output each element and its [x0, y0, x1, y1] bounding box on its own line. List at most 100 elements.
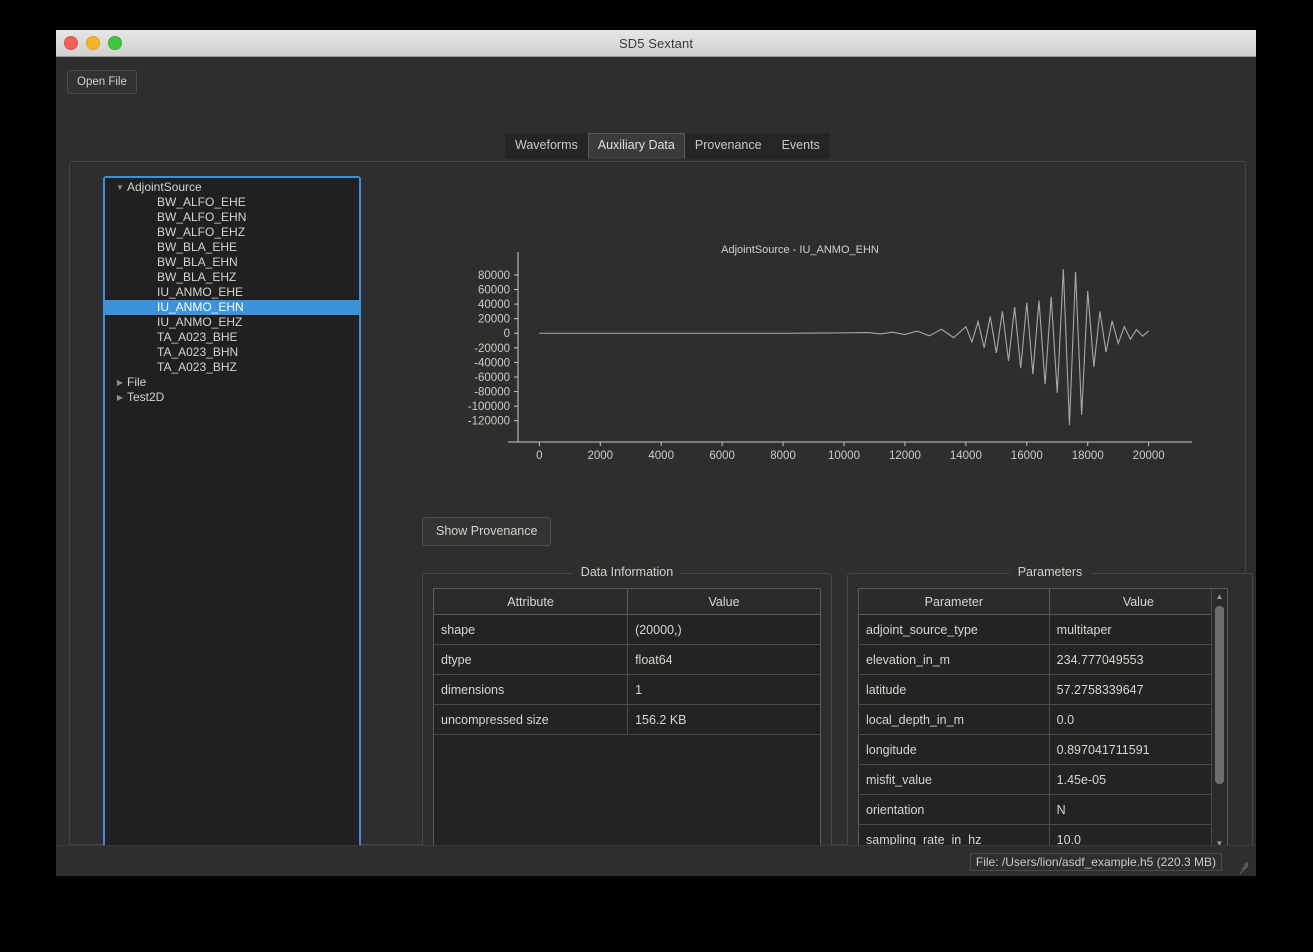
- tree-item-label: AdjointSource: [127, 180, 202, 195]
- parameters-value-cell[interactable]: multitaper: [1049, 615, 1227, 645]
- svg-text:-120000: -120000: [468, 416, 510, 428]
- data-information-value-cell[interactable]: float64: [628, 645, 820, 675]
- auxiliary-data-tree[interactable]: ▼AdjointSourceBW_ALFO_EHEBW_ALFO_EHNBW_A…: [103, 176, 361, 856]
- tree-item-label: BW_BLA_EHE: [157, 240, 237, 255]
- parameters-key-cell[interactable]: latitude: [859, 675, 1049, 705]
- tree-item-label: BW_BLA_EHN: [157, 255, 238, 270]
- table-row[interactable]: elevation_in_m234.777049553: [859, 645, 1227, 675]
- parameters-key-cell[interactable]: orientation: [859, 795, 1049, 825]
- table-row[interactable]: dtypefloat64: [434, 645, 820, 675]
- parameters-group: Parameters ParameterValueadjoint_source_…: [847, 573, 1253, 866]
- minimize-button-icon[interactable]: [86, 36, 100, 50]
- svg-text:-80000: -80000: [474, 387, 510, 399]
- svg-text:40000: 40000: [478, 299, 510, 311]
- tree-item[interactable]: BW_BLA_EHE: [105, 240, 359, 255]
- parameters-value-cell[interactable]: N: [1049, 795, 1227, 825]
- parameters-key-cell[interactable]: longitude: [859, 735, 1049, 765]
- chevron-right-icon[interactable]: ▶: [113, 390, 127, 405]
- svg-text:-40000: -40000: [474, 357, 510, 369]
- chevron-right-icon[interactable]: ▶: [113, 375, 127, 390]
- data-information-key-cell[interactable]: dimensions: [434, 675, 628, 705]
- parameters-value-cell[interactable]: 0.897041711591: [1049, 735, 1227, 765]
- svg-text:10000: 10000: [828, 450, 860, 462]
- parameters-value-cell[interactable]: 1.45e-05: [1049, 765, 1227, 795]
- tree-item[interactable]: BW_ALFO_EHN: [105, 210, 359, 225]
- tree-item[interactable]: TA_A023_BHN: [105, 345, 359, 360]
- tree-item-label: BW_BLA_EHZ: [157, 270, 236, 285]
- window-content: Open File WaveformsAuxiliary DataProvena…: [56, 57, 1256, 876]
- data-information-column-header[interactable]: Value: [628, 589, 820, 615]
- scrollbar-thumb[interactable]: [1215, 606, 1224, 784]
- tree-item-label: BW_ALFO_EHN: [157, 210, 246, 225]
- tab-waveforms[interactable]: Waveforms: [505, 133, 588, 159]
- parameters-key-cell[interactable]: local_depth_in_m: [859, 705, 1049, 735]
- svg-text:18000: 18000: [1072, 450, 1104, 462]
- tree-item[interactable]: IU_ANMO_EHN: [105, 300, 359, 315]
- data-information-value-cell[interactable]: 1: [628, 675, 820, 705]
- tab-events[interactable]: Events: [772, 133, 830, 159]
- table-row[interactable]: uncompressed size156.2 KB: [434, 705, 820, 735]
- table-row[interactable]: local_depth_in_m0.0: [859, 705, 1227, 735]
- tree-item[interactable]: ▶Test2D: [105, 390, 359, 405]
- parameters-column-header[interactable]: Value: [1049, 589, 1227, 615]
- svg-text:14000: 14000: [950, 450, 982, 462]
- open-file-button[interactable]: Open File: [67, 70, 137, 94]
- tab-provenance[interactable]: Provenance: [685, 133, 772, 159]
- tree-item-label: IU_ANMO_EHE: [157, 285, 243, 300]
- tree-item[interactable]: BW_ALFO_EHE: [105, 195, 359, 210]
- show-provenance-button[interactable]: Show Provenance: [422, 517, 551, 546]
- tree-item[interactable]: IU_ANMO_EHZ: [105, 315, 359, 330]
- data-information-key-cell[interactable]: uncompressed size: [434, 705, 628, 735]
- tab-bar[interactable]: WaveformsAuxiliary DataProvenanceEvents: [505, 135, 830, 159]
- parameters-key-cell[interactable]: elevation_in_m: [859, 645, 1049, 675]
- parameters-column-header[interactable]: Parameter: [859, 589, 1049, 615]
- tree-item[interactable]: ▼AdjointSource: [105, 180, 359, 195]
- svg-text:80000: 80000: [478, 270, 510, 282]
- tree-item-label: Test2D: [127, 390, 164, 405]
- tree-item-label: TA_A023_BHZ: [157, 360, 237, 375]
- svg-text:-20000: -20000: [474, 343, 510, 355]
- parameters-value-cell[interactable]: 234.777049553: [1049, 645, 1227, 675]
- data-information-value-cell[interactable]: (20000,): [628, 615, 820, 645]
- svg-text:16000: 16000: [1011, 450, 1043, 462]
- tree-item-label: IU_ANMO_EHZ: [157, 315, 242, 330]
- parameters-value-cell[interactable]: 0.0: [1049, 705, 1227, 735]
- window-controls[interactable]: [64, 36, 122, 50]
- tab-auxiliary-data[interactable]: Auxiliary Data: [588, 133, 685, 159]
- tree-item[interactable]: ▶File: [105, 375, 359, 390]
- tree-item[interactable]: BW_BLA_EHN: [105, 255, 359, 270]
- svg-text:2000: 2000: [587, 450, 613, 462]
- chevron-down-icon[interactable]: ▼: [113, 180, 127, 195]
- svg-text:20000: 20000: [478, 314, 510, 326]
- data-information-table[interactable]: AttributeValueshape(20000,)dtypefloat64d…: [434, 589, 820, 735]
- parameters-value-cell[interactable]: 57.2758339647: [1049, 675, 1227, 705]
- parameters-key-cell[interactable]: adjoint_source_type: [859, 615, 1049, 645]
- table-row[interactable]: dimensions1: [434, 675, 820, 705]
- parameters-table[interactable]: ParameterValueadjoint_source_typemultita…: [859, 589, 1227, 852]
- status-file-label: File: /Users/lion/asdf_example.h5 (220.3…: [970, 853, 1222, 871]
- parameters-scrollbar[interactable]: ▲ ▼: [1211, 589, 1227, 851]
- window-title: SD5 Sextant: [619, 36, 693, 51]
- app-window: SD5 Sextant Open File WaveformsAuxiliary…: [56, 30, 1256, 875]
- tree-item[interactable]: BW_ALFO_EHZ: [105, 225, 359, 240]
- data-information-key-cell[interactable]: shape: [434, 615, 628, 645]
- table-row[interactable]: shape(20000,): [434, 615, 820, 645]
- resize-grip-icon[interactable]: [1237, 858, 1251, 872]
- scroll-up-arrow-icon[interactable]: ▲: [1212, 589, 1227, 604]
- data-information-key-cell[interactable]: dtype: [434, 645, 628, 675]
- close-button-icon[interactable]: [64, 36, 78, 50]
- parameters-key-cell[interactable]: misfit_value: [859, 765, 1049, 795]
- table-row[interactable]: orientationN: [859, 795, 1227, 825]
- table-row[interactable]: adjoint_source_typemultitaper: [859, 615, 1227, 645]
- data-information-column-header[interactable]: Attribute: [434, 589, 628, 615]
- table-row[interactable]: longitude0.897041711591: [859, 735, 1227, 765]
- tree-item[interactable]: TA_A023_BHE: [105, 330, 359, 345]
- tree-item-label: BW_ALFO_EHE: [157, 195, 246, 210]
- tree-item[interactable]: TA_A023_BHZ: [105, 360, 359, 375]
- table-row[interactable]: misfit_value1.45e-05: [859, 765, 1227, 795]
- tree-item[interactable]: BW_BLA_EHZ: [105, 270, 359, 285]
- table-row[interactable]: latitude57.2758339647: [859, 675, 1227, 705]
- tree-item[interactable]: IU_ANMO_EHE: [105, 285, 359, 300]
- zoom-button-icon[interactable]: [108, 36, 122, 50]
- data-information-value-cell[interactable]: 156.2 KB: [628, 705, 820, 735]
